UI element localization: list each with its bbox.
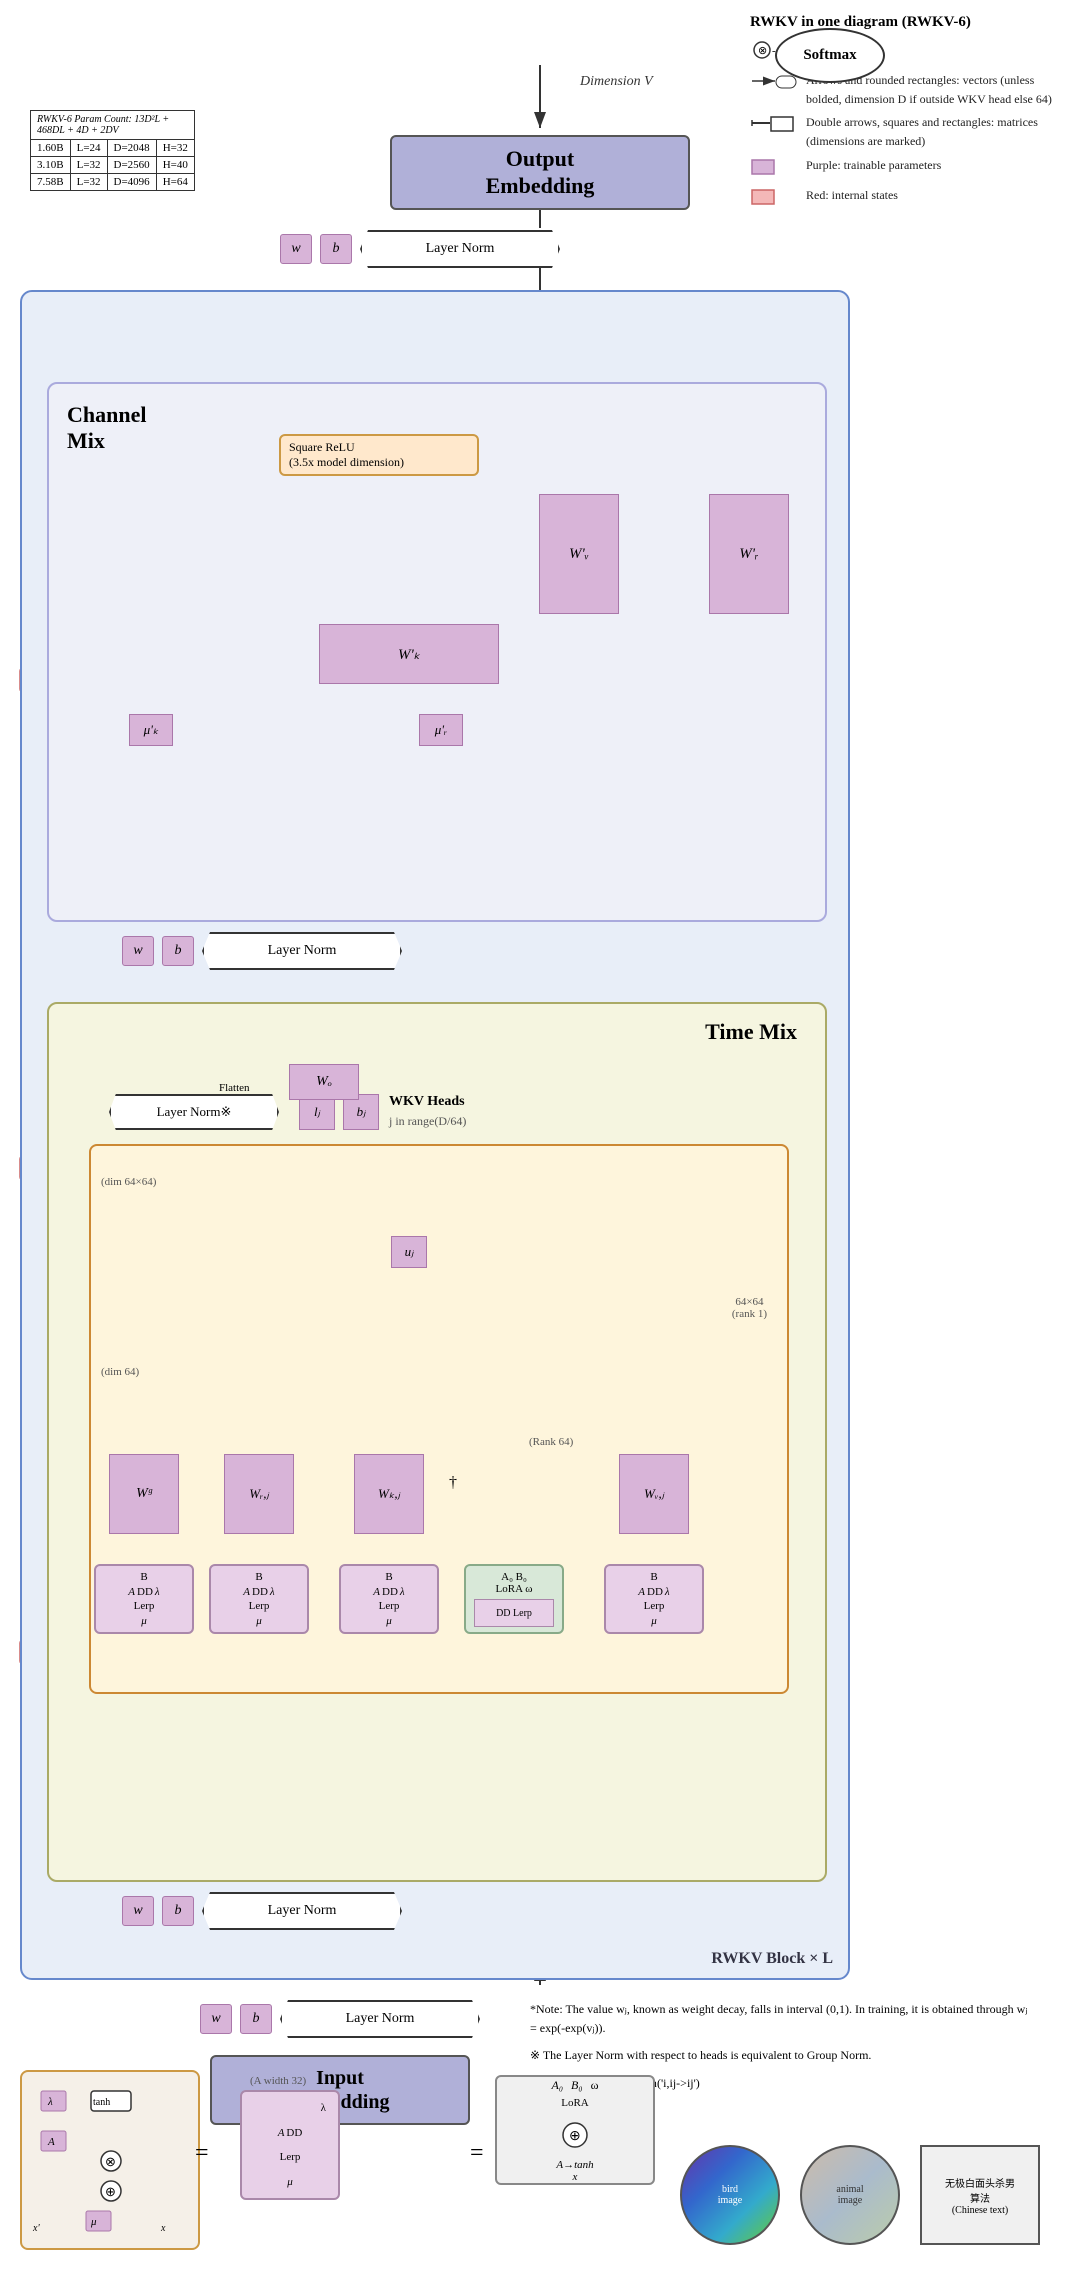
svg-text:x': x' — [32, 2223, 40, 2234]
wt-decay-note: *Note: The value wⱼ, known as weight dec… — [530, 2000, 1030, 2038]
param-table-header: RWKV-6 Param Count: 13D²L + 468DL + 4D +… — [31, 111, 195, 140]
channel-mix-layer-norm-w: w — [122, 936, 154, 966]
channel-mix-layer-norm-box: Layer Norm — [202, 932, 402, 970]
svg-text:Dimension V: Dimension V — [579, 74, 654, 89]
image-bird: birdimage — [680, 2145, 780, 2245]
top-layer-norm-container: w b Layer Norm — [280, 230, 560, 268]
svg-text:A: A — [47, 2136, 55, 2148]
svg-text:tanh: tanh — [93, 2097, 110, 2108]
Wg-box: Wᵍ — [109, 1454, 179, 1534]
param-row-3-L: L=32 — [70, 174, 107, 191]
time-mix-block: Time Mix Layer Norm※ lⱼ bⱼ WKV Heads j i… — [47, 1002, 827, 1882]
dd-lerp-wvj: B ADDλ Lerp μ — [604, 1564, 704, 1634]
legend-item-3: Double arrows, squares and rectangles: m… — [750, 113, 1070, 151]
input-layer-norm-b: b — [240, 2004, 272, 2034]
dim-64-label: (dim 64) — [101, 1366, 139, 1378]
top-layer-norm-w: w — [280, 234, 312, 264]
Wvj-box: Wᵥ,ⱼ — [619, 1454, 689, 1534]
wkv-heads-label: WKV Heads — [389, 1094, 465, 1110]
svg-text:⊕: ⊕ — [569, 2129, 581, 2144]
channel-mix-label: ChannelMix — [67, 402, 146, 454]
Wkj-box: Wₖ,ⱼ — [354, 1454, 424, 1534]
time-mix-layer-norm-container: w b Layer Norm — [122, 1892, 402, 1930]
svg-text:⊗: ⊗ — [105, 2154, 116, 2169]
param-row-1-D: D=2048 — [107, 140, 156, 157]
time-mix-layer-norm-b: b — [162, 1896, 194, 1926]
param-row-3-size: 7.58B — [31, 174, 71, 191]
dd-lerp-expansion-label: tanh λ A ⊗ ⊕ μ x' x — [22, 2072, 198, 2250]
rwkv-block: RWKV Block × L ChannelMix Square ReLU (3… — [20, 290, 850, 1980]
mu-r-prime-box: μ'ᵣ — [419, 714, 463, 746]
time-mix-layer-norm-star: Layer Norm※ — [109, 1094, 279, 1130]
param-row-1-size: 1.60B — [31, 140, 71, 157]
svg-text:⊕: ⊕ — [105, 2184, 116, 2199]
time-mix-layer-norm-box: Layer Norm — [202, 1892, 402, 1930]
equals-2: = — [470, 2140, 484, 2167]
param-row-2-L: L=32 — [70, 157, 107, 174]
lora-dd-lerp: DD Lerp — [474, 1599, 554, 1627]
input-layer-norm-box: Layer Norm — [280, 2000, 480, 2038]
W-v-prime-box: W'ᵥ — [539, 494, 619, 614]
uj-box: uⱼ — [391, 1236, 427, 1268]
dd-lerp-mini: λ ADD Lerp μ — [240, 2090, 340, 2200]
dd-lerp-expansion: tanh λ A ⊗ ⊕ μ x' x — [20, 2070, 200, 2250]
wkv-heads-sublabel: j in range(D/64) — [389, 1114, 466, 1129]
param-row-1-L: L=24 — [70, 140, 107, 157]
flatten-label: Flatten — [219, 1082, 250, 1094]
param-row-2-H: H=40 — [156, 157, 194, 174]
rwkv-block-label: RWKV Block × L — [711, 1950, 833, 1968]
top-layer-norm-box: Layer Norm — [360, 230, 560, 268]
channel-mix-block: ChannelMix Square ReLU (3.5x model dimen… — [47, 382, 827, 922]
legend-item-4: Purple: trainable parameters — [750, 156, 1070, 183]
W-k-prime-box: W'ₖ — [319, 624, 499, 684]
dd-lerp-wkj: B ADDλ Lerp μ — [339, 1564, 439, 1634]
svg-text:λ: λ — [47, 2096, 53, 2108]
param-row-2-size: 3.10B — [31, 157, 71, 174]
svg-text:x: x — [160, 2223, 166, 2234]
dd-lerp-wg: B ADDλ Lerp μ — [94, 1564, 194, 1634]
lora-expansion: A₀ B₀ ω LoRA ⊕ A→tanh x — [495, 2075, 655, 2185]
equals-1: = — [195, 2140, 209, 2167]
param-table: RWKV-6 Param Count: 13D²L + 468DL + 4D +… — [30, 110, 195, 191]
Wo-box: Wₒ — [289, 1064, 359, 1100]
output-embedding: OutputEmbedding — [390, 135, 690, 210]
rank1-label: 64×64(rank 1) — [732, 1296, 767, 1320]
time-mix-layer-norm-w: w — [122, 1896, 154, 1926]
legend-title: RWKV in one diagram (RWKV-6) — [750, 10, 1070, 34]
lora-box: A₀ B₀ LoRA ω DD Lerp — [464, 1564, 564, 1634]
input-layer-norm-container: w b Layer Norm — [200, 2000, 480, 2038]
image-animal: animalimage — [800, 2145, 900, 2245]
svg-text:⊗: ⊗ — [758, 45, 767, 57]
softmax-label: Softmax — [775, 28, 885, 83]
channel-mix-layer-norm-container: w b Layer Norm — [122, 932, 402, 970]
rank64-label: (Rank 64) — [529, 1436, 573, 1448]
time-mix-label: Time Mix — [705, 1019, 797, 1045]
a-width-32-label: (A width 32) — [250, 2075, 306, 2087]
dd-lerp-wrj: B ADDλ Lerp μ — [209, 1564, 309, 1634]
square-relu-annotation: Square ReLU (3.5x model dimension) — [279, 434, 479, 476]
W-r-prime-box: W'ᵣ — [709, 494, 789, 614]
image-text-ref: 无极白面头杀男算法(Chinese text) — [920, 2145, 1040, 2245]
dagger-symbol: † — [449, 1474, 457, 1492]
dim-64x64-label: (dim 64×64) — [101, 1176, 156, 1188]
param-row-1-H: H=32 — [156, 140, 194, 157]
Wrj-box: Wᵣ,ⱼ — [224, 1454, 294, 1534]
legend-item-5: Red: internal states — [750, 186, 1070, 213]
mu-k-prime-box: μ'ₖ — [129, 714, 173, 746]
param-row-3-D: D=4096 — [107, 174, 156, 191]
top-layer-norm-b: b — [320, 234, 352, 264]
param-row-3-H: H=64 — [156, 174, 194, 191]
page-container: Dimension V ⊕ ⊕ ⊕ — [0, 0, 1080, 2269]
output-embedding-label: OutputEmbedding — [390, 135, 690, 210]
param-row-2-D: D=2560 — [107, 157, 156, 174]
svg-text:μ: μ — [90, 2216, 97, 2228]
group-norm-note: ※ The Layer Norm with respect to heads i… — [530, 2046, 1030, 2065]
channel-mix-layer-norm-b: b — [162, 936, 194, 966]
input-layer-norm-w: w — [200, 2004, 232, 2034]
